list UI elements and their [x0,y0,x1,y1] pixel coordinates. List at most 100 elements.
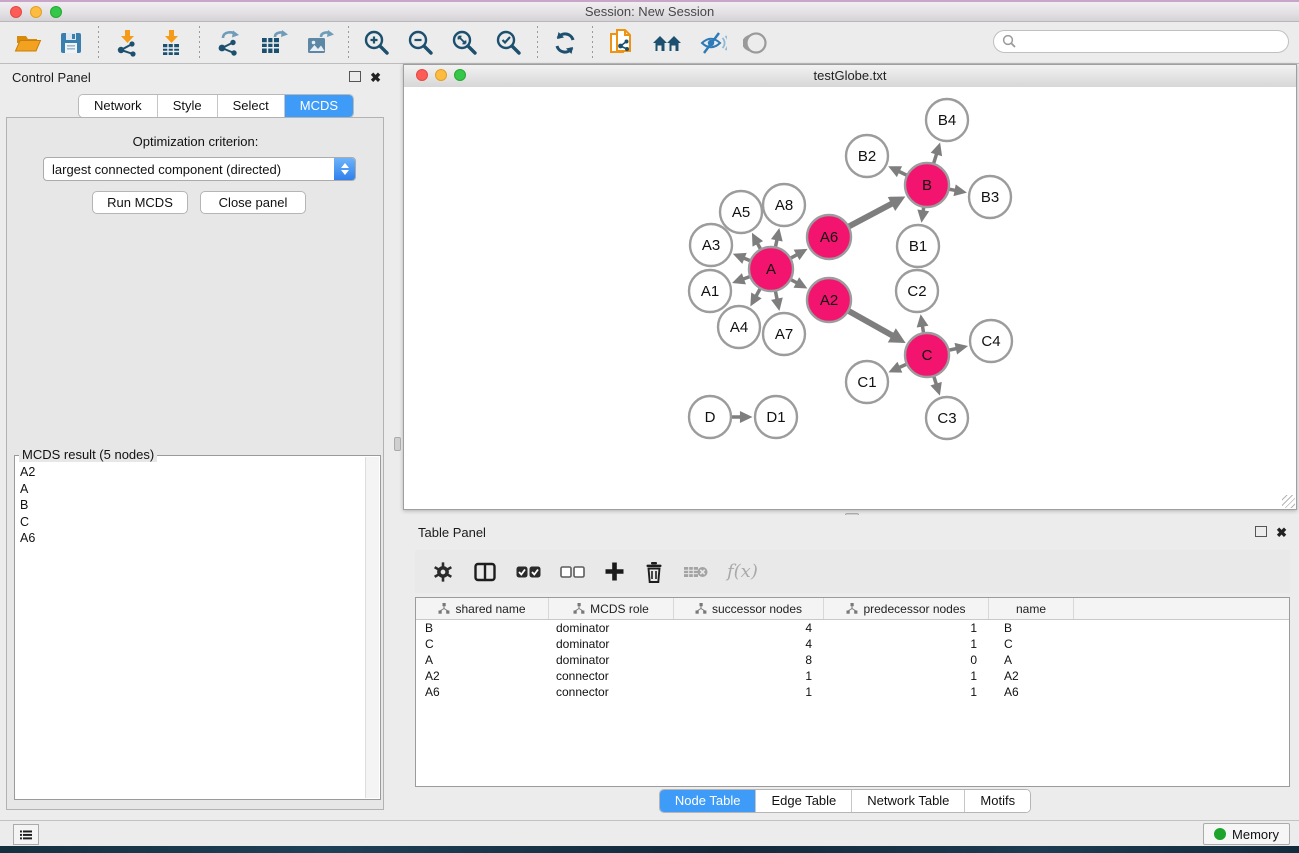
tab-motifs[interactable]: Motifs [965,790,1030,812]
close-panel-button[interactable]: Close panel [200,191,306,214]
eye-icon [743,30,769,56]
graph-edge-arrow-icon [955,343,969,355]
resize-grip-icon[interactable] [1282,495,1295,508]
graph-node-label: C1 [857,374,876,391]
zoom-fit-button[interactable] [449,26,481,60]
open-folder-icon [14,30,42,56]
zoom-selected-icon [495,29,523,57]
column-header-predecessor-nodes[interactable]: predecessor nodes [824,598,989,619]
table-settings-button[interactable] [432,561,454,583]
vertical-splitter-handle[interactable] [394,437,401,451]
mcds-result-item[interactable]: A2 [20,464,366,481]
table-cell: 1 [824,685,989,699]
table-row[interactable]: Cdominator41C [416,636,1289,652]
table-cell: connector [549,685,674,699]
mcds-result-box: MCDS result (5 nodes) A2ABCA6 [14,455,381,800]
delete-column-button[interactable] [644,561,664,583]
task-history-button[interactable] [13,824,39,845]
table-cell: 4 [674,621,824,635]
hide-details-button[interactable] [697,26,729,60]
network-view-window: testGlobe.txt B4B2BB3A5A8A6A3B1AC2A1A2A4… [403,64,1297,510]
graph-edge-arrow-icon [930,382,941,396]
tab-style[interactable]: Style [158,95,218,117]
mcds-result-item[interactable]: B [20,497,366,514]
table-cell: dominator [549,621,674,635]
tab-mcds[interactable]: MCDS [285,95,353,117]
mcds-result-title: MCDS result (5 nodes) [19,447,157,462]
table-row[interactable]: Bdominator41B [416,620,1289,636]
show-details-button[interactable] [741,26,771,60]
zoom-in-button[interactable] [361,26,393,60]
column-header-shared-name[interactable]: shared name [416,598,549,619]
result-scrollbar[interactable] [365,457,379,798]
table-row[interactable]: A2connector11A2 [416,668,1289,684]
refresh-button[interactable] [550,26,580,60]
add-column-button[interactable] [604,561,625,582]
table-row[interactable]: Adominator80A [416,652,1289,668]
graph-node-label: B4 [938,112,956,129]
network-canvas[interactable]: B4B2BB3A5A8A6A3B1AC2A1A2A4A7C4CC1C3DD1 [404,87,1296,509]
search-input[interactable] [993,30,1289,53]
memory-label: Memory [1232,827,1279,842]
table-panel-close-icon[interactable]: ✖ [1276,526,1287,539]
tab-select[interactable]: Select [218,95,285,117]
criterion-select[interactable]: largest connected component (directed) [43,157,356,181]
memory-status-icon [1214,828,1226,840]
run-mcds-button[interactable]: Run MCDS [92,191,188,214]
graph-edge-arrow-icon [732,273,746,284]
table-cell: A2 [416,669,549,683]
import-table-button[interactable] [155,26,187,60]
column-header-mcds-role[interactable]: MCDS role [549,598,674,619]
table-tabs: Node Table Edge Table Network Table Moti… [391,789,1299,813]
toolbar-separator [348,26,349,60]
network-window-titlebar[interactable]: testGlobe.txt [404,65,1296,88]
export-network-button[interactable] [212,26,244,60]
function-builder-button[interactable]: f(x) [727,561,758,582]
mcds-result-list[interactable]: A2ABCA6 [16,462,366,798]
graph-edge-A2-C[interactable] [846,310,892,336]
column-header-name[interactable]: name [989,598,1074,619]
plus-icon [604,561,625,582]
graph-edge-arrow-icon [931,142,942,156]
table-panel-title: Table Panel [418,525,486,540]
column-header-filler [1074,598,1289,619]
memory-button[interactable]: Memory [1203,823,1290,845]
tab-network[interactable]: Network [79,95,158,117]
export-image-button[interactable] [302,26,336,60]
column-type-icon [695,603,707,614]
graph-node-label: C [922,347,933,364]
column-header-successor-nodes[interactable]: successor nodes [674,598,824,619]
tab-edge-table[interactable]: Edge Table [756,790,852,812]
desktop-background [0,846,1299,853]
export-table-button[interactable] [256,26,290,60]
save-session-button[interactable] [56,26,86,60]
mcds-result-item[interactable]: A6 [20,530,366,547]
tab-network-table[interactable]: Network Table [852,790,965,812]
first-neighbors-button[interactable] [649,26,685,60]
select-all-columns-button[interactable] [516,565,541,579]
import-network-button[interactable] [111,26,143,60]
tab-node-table[interactable]: Node Table [660,790,757,812]
mcds-result-item[interactable]: A [20,481,366,498]
mcds-result-item[interactable]: C [20,514,366,531]
table-cell: dominator [549,653,674,667]
zoom-out-button[interactable] [405,26,437,60]
delete-table-button[interactable] [683,564,708,580]
graph-edge-arrow-icon [771,297,783,310]
table-panel-float-icon[interactable] [1255,526,1267,539]
criterion-select-value: largest connected component (directed) [44,162,334,177]
clone-network-button[interactable] [605,26,637,60]
graph-node-label: A1 [701,283,719,300]
graph-node-label: B2 [858,148,876,165]
open-session-button[interactable] [12,26,44,60]
deselect-all-columns-button[interactable] [560,565,585,579]
control-panel-float-icon[interactable] [349,71,361,84]
graph-edge-arrow-icon [740,411,753,423]
toolbar-separator [592,26,593,60]
zoom-selected-button[interactable] [493,26,525,60]
control-panel-close-icon[interactable]: ✖ [370,71,381,84]
node-table: shared name MCDS role successor nodes pr… [415,597,1290,787]
table-row[interactable]: A6connector11A6 [416,684,1289,700]
table-split-view-button[interactable] [473,561,497,583]
graph-edge-A6-B[interactable] [847,203,893,227]
